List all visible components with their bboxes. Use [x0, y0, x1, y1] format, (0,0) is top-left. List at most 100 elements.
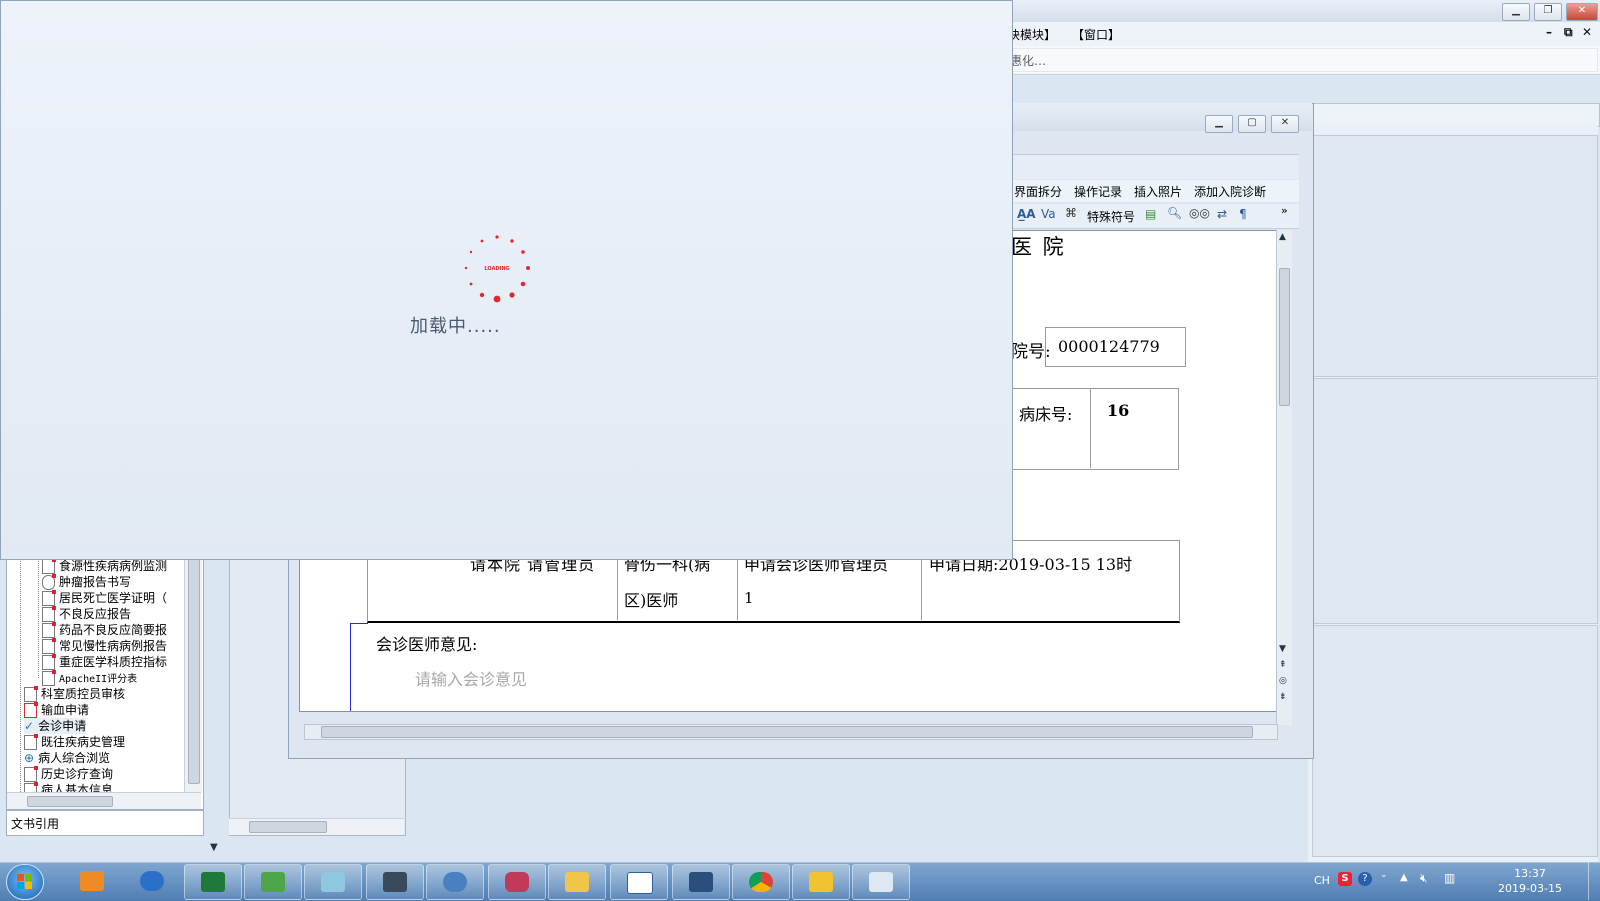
font-size-icon[interactable]: A̲A	[1017, 207, 1036, 221]
report-icon	[42, 590, 56, 606]
tree-horizontal-scrollbar[interactable]	[7, 792, 201, 809]
report-icon	[42, 622, 56, 638]
window-minimize-button[interactable]: ▁	[1502, 3, 1530, 21]
tree-item-chronic[interactable]: 常见慢性病病例报告	[42, 638, 167, 654]
tree-item-qc-review[interactable]: 科室质控员审核	[24, 686, 125, 702]
taskbar-chart[interactable]	[672, 864, 730, 900]
toolbar-overflow-icon[interactable]: »	[1281, 204, 1288, 217]
page-up-icon[interactable]: ⇞	[1279, 660, 1287, 670]
menu-add-diagnosis[interactable]: 添加入院诊断	[1194, 183, 1266, 200]
doc-minimize-button[interactable]: ▁	[1205, 115, 1233, 133]
window-restore-button[interactable]: ❐	[1534, 3, 1562, 21]
input-language-indicator[interactable]: CH	[1314, 874, 1330, 887]
tree-item-death-cert[interactable]: 居民死亡医学证明（	[42, 590, 167, 606]
font-style-icon[interactable]: Va	[1041, 207, 1056, 221]
paragraph-icon[interactable]: ¶	[1239, 207, 1247, 221]
windows-logo-icon-part	[25, 882, 32, 889]
network-icon[interactable]: ▥	[1444, 871, 1455, 885]
tree-item-consultation[interactable]: ✓ 会诊申请	[24, 718, 87, 734]
tree-item-icu-quality[interactable]: 重症医学科质控指标	[42, 654, 167, 670]
hospital-title: 医 院	[1011, 235, 1066, 259]
page-down-icon[interactable]: ⇟	[1279, 692, 1287, 702]
menu-window[interactable]: 【窗口】	[1072, 26, 1120, 43]
menu-operation-log[interactable]: 操作记录	[1074, 183, 1122, 200]
tree-item-browse[interactable]: ⊕ 病人综合浏览	[24, 750, 110, 766]
taskbar-doctor[interactable]	[852, 864, 910, 900]
taskbar-chrome[interactable]	[732, 864, 790, 900]
tree-guide-line	[20, 552, 22, 792]
panel-dropdown-arrow[interactable]: ▼	[210, 842, 218, 853]
tree-item-drug-adverse[interactable]: 药品不良反应简要报	[42, 622, 167, 638]
tree-scroll-thumb[interactable]	[188, 552, 200, 784]
admission-number-value[interactable]: 0000124779	[1058, 337, 1160, 356]
tree-item-tumor[interactable]: 肿瘤报告书写	[42, 574, 131, 590]
blood-icon	[24, 702, 38, 718]
document-icon	[24, 766, 38, 782]
tree-item-adverse[interactable]: 不良反应报告	[42, 606, 131, 622]
right-pane-box-2	[1312, 378, 1598, 624]
tree-hscroll-thumb[interactable]	[27, 796, 113, 807]
ime-options-icon[interactable]: ⌄	[1380, 870, 1388, 880]
taskbar-database[interactable]	[488, 864, 546, 900]
menu-insert-photo[interactable]: 插入照片	[1134, 183, 1182, 200]
special-symbol-icon[interactable]: ⌘	[1065, 206, 1077, 220]
mdi-minimize-button[interactable]: –	[1546, 25, 1552, 39]
sogou-ime-icon[interactable]: S	[1338, 872, 1352, 886]
search-icon[interactable]: 🔍︎	[1167, 206, 1182, 220]
taskbar-folder[interactable]	[548, 864, 606, 900]
mdi-close-button[interactable]: ✕	[1582, 25, 1592, 39]
mdi-restore-button[interactable]: ⧉	[1564, 25, 1573, 40]
dolphin-icon	[443, 872, 467, 892]
scroll-up-arrow[interactable]: ▲	[1279, 232, 1286, 242]
chrome-icon	[749, 872, 773, 892]
doc-maximize-button[interactable]: ▢	[1238, 115, 1266, 133]
tree-item-history[interactable]: 既往疾病史管理	[24, 734, 125, 750]
consultation-opinion-input[interactable]: 请输入会诊意见	[415, 666, 527, 690]
volume-muted-icon[interactable]: 🔇︎	[1420, 871, 1428, 886]
tumor-icon	[42, 574, 56, 590]
taskbar-excel[interactable]	[184, 864, 242, 900]
menu-split-view[interactable]: 界面拆分	[1014, 183, 1062, 200]
taskbar-media-player[interactable]	[64, 864, 116, 898]
add-note-icon[interactable]: ▤	[1145, 207, 1156, 221]
document-reference-bar[interactable]: 文书引用	[6, 810, 204, 836]
taskbar-tools[interactable]	[124, 864, 176, 898]
document-reference-label: 文书引用	[11, 817, 60, 831]
taskbar-dolphin[interactable]	[426, 864, 484, 900]
middle-scroll-thumb[interactable]	[249, 821, 327, 833]
browse-object-icon[interactable]: ◎	[1279, 676, 1287, 686]
tree-item-query[interactable]: 历史诊疗查询	[24, 766, 113, 782]
report-icon	[42, 654, 56, 670]
document-horizontal-scrollbar[interactable]	[304, 724, 1278, 740]
taskbar-sql[interactable]	[792, 864, 850, 900]
replace-icon[interactable]: ⇄	[1217, 207, 1227, 221]
menu-module[interactable]: 块模块】	[1008, 26, 1056, 43]
bed-number-value[interactable]: 16	[1107, 401, 1129, 420]
loading-text: 加载中.....	[410, 316, 501, 337]
tree-item-foodborne[interactable]: 食源性疾病病例监测	[42, 558, 167, 574]
middle-horizontal-scrollbar[interactable]	[229, 818, 404, 835]
show-desktop-button[interactable]	[1588, 862, 1600, 900]
system-clock[interactable]: 13:37 2019-03-15	[1494, 866, 1566, 896]
taskbar-clipboard[interactable]	[610, 864, 668, 900]
start-button[interactable]	[6, 864, 44, 900]
tree-vertical-scrollbar[interactable]	[184, 548, 202, 792]
taskbar-notes[interactable]	[304, 864, 362, 900]
doc-close-button[interactable]: ✕	[1271, 115, 1299, 133]
taskbar-sync[interactable]	[244, 864, 302, 900]
tree-item-transfusion[interactable]: 输血申请	[24, 702, 89, 718]
document-scroll-thumb[interactable]	[1279, 268, 1290, 406]
binoculars-icon[interactable]: ◎◎	[1189, 206, 1210, 220]
document-hscroll-thumb[interactable]	[321, 726, 1253, 738]
tools-icon	[140, 871, 164, 891]
report-icon	[42, 670, 56, 686]
taskbar-monitor[interactable]	[366, 864, 424, 900]
tree-item-apache[interactable]: ApacheII评分表	[42, 670, 137, 686]
special-symbol-button[interactable]: 特殊符号	[1087, 208, 1135, 225]
document-vertical-scrollbar[interactable]: ▲ ▼ ⇞ ◎ ⇟	[1276, 230, 1292, 725]
window-close-button[interactable]: ✕	[1566, 3, 1598, 21]
show-hidden-icons[interactable]: ▲	[1400, 872, 1408, 883]
windows-logo-icon-part	[25, 874, 32, 881]
scroll-down-arrow[interactable]: ▼	[1279, 644, 1286, 654]
help-icon[interactable]: ?	[1358, 872, 1372, 886]
